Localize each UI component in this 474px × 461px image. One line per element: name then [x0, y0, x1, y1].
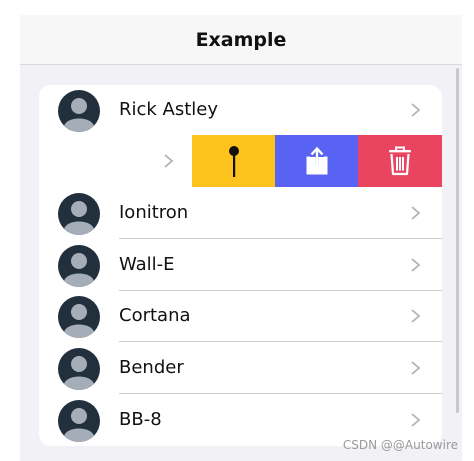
row-divider: [119, 393, 442, 394]
sliding-list-item[interactable]: [39, 135, 442, 187]
toolbar: Example: [20, 15, 462, 65]
avatar-icon: [58, 193, 100, 235]
list-item-label: Ionitron: [119, 202, 189, 223]
avatar-icon: [58, 296, 100, 338]
avatar-icon: [58, 90, 100, 132]
row-divider: [119, 238, 442, 239]
list-item-label: Rick Astley: [119, 99, 219, 120]
list-item-ionitron[interactable]: Ionitron: [39, 188, 442, 239]
list-item-rick-astley[interactable]: Rick Astley: [39, 85, 442, 136]
list: Rick Astley Ionitron Wall-E Cortana Bend…: [39, 85, 442, 446]
trash-icon: [389, 146, 411, 176]
list-item-label: Wall-E: [119, 254, 175, 275]
share-icon: [306, 147, 328, 175]
share-option-button[interactable]: [275, 135, 358, 187]
app-screen: Example Rick Astley Ionitron Wall-E Cort…: [0, 0, 474, 461]
row-divider: [119, 341, 442, 342]
chevron-right-icon: [411, 206, 421, 220]
chevron-right-icon: [411, 103, 421, 117]
delete-option-button[interactable]: [358, 135, 442, 187]
list-item-cortana[interactable]: Cortana: [39, 291, 442, 342]
chevron-right-icon: [411, 413, 421, 427]
avatar-icon: [58, 245, 100, 287]
watermark-text: CSDN @@Autowire: [342, 438, 458, 452]
list-item-label: Cortana: [119, 305, 191, 326]
avatar-icon: [58, 400, 100, 442]
list-item-label: BB-8: [119, 409, 162, 430]
chevron-right-icon: [411, 309, 421, 323]
chevron-right-icon: [164, 154, 174, 168]
list-item-label: Bender: [119, 357, 184, 378]
pin-option-button[interactable]: [192, 135, 275, 187]
chevron-right-icon: [411, 361, 421, 375]
avatar-icon: [58, 348, 100, 390]
page-title: Example: [195, 29, 287, 51]
pin-icon: [229, 146, 239, 177]
chevron-right-icon: [411, 258, 421, 272]
scrollbar[interactable]: [456, 68, 459, 413]
list-item-bender[interactable]: Bender: [39, 343, 442, 394]
list-item-wall-e[interactable]: Wall-E: [39, 240, 442, 291]
